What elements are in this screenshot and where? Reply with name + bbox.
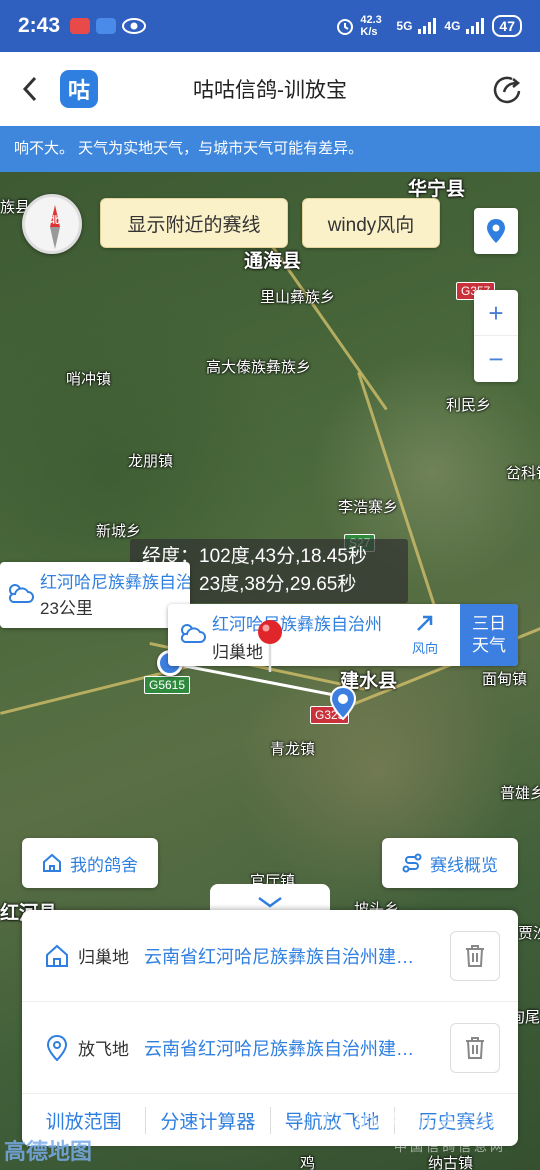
release-location-label: 放飞地 xyxy=(78,1040,129,1059)
partly-cloudy-icon xyxy=(8,584,34,603)
race-overview-button[interactable]: 赛线概览 xyxy=(382,838,518,888)
net-type-5g: 5G xyxy=(396,19,413,33)
three-day-forecast-button[interactable]: 三日 天气 xyxy=(460,604,518,666)
compass-button[interactable]: 北 xyxy=(22,194,82,254)
app-header: 咕 咕咕信鸽-训放宝 xyxy=(0,52,540,126)
locate-button[interactable] xyxy=(474,208,518,254)
place-label: 李浩寨乡 xyxy=(338,499,399,516)
place-label: 哨冲镇 xyxy=(66,371,112,388)
map-provider-logo: 高德地图 xyxy=(4,1139,93,1164)
place-label: 高大傣族彝族乡 xyxy=(206,359,312,376)
location-pin-icon xyxy=(46,1034,68,1061)
wind-arrow-icon xyxy=(417,615,433,631)
release-location-value[interactable]: 云南省红河哈尼族彝族自治州建水县 xyxy=(144,1035,424,1061)
home-location-row[interactable]: 归巢地 云南省红河哈尼族彝族自治州建水县 xyxy=(22,910,518,1002)
net-speed: 42.3 K/s xyxy=(360,14,382,38)
notice-banner: 响不大。 天气为实地天气，与城市天气可能有差异。 xyxy=(0,126,540,172)
home-location-marker[interactable] xyxy=(330,686,356,720)
compass-needle-south xyxy=(50,227,60,249)
alarm-icon xyxy=(337,19,354,35)
place-label: 面甸镇 xyxy=(482,671,528,688)
back-button[interactable] xyxy=(0,52,60,126)
place-label: 通海县 xyxy=(244,251,302,272)
my-loft-button[interactable]: 我的鸽舍 xyxy=(22,838,158,888)
windy-wind-button[interactable]: windy风向 xyxy=(302,198,440,248)
place-label: 岔科镇 xyxy=(506,465,540,482)
signal-icon-2 xyxy=(466,18,485,34)
zoom-in-button[interactable]: + xyxy=(474,290,518,336)
release-place-name: 红河哈尼族彝族自治州 xyxy=(40,573,190,592)
place-label: 龙朋镇 xyxy=(128,453,174,470)
release-weather-card[interactable]: 红河哈尼族彝族自治州 23公里 xyxy=(0,562,190,628)
trash-icon xyxy=(466,944,484,967)
watermark: ChinaXinge.com xyxy=(321,1107,510,1134)
forecast-label-line1: 三日 xyxy=(472,614,506,633)
status-time: 2:43 xyxy=(18,14,61,37)
place-label: 普雄乡 xyxy=(500,785,540,802)
place-label: 新城乡 xyxy=(96,523,142,540)
watermark-subtitle: 中国信鸽信息网 xyxy=(393,1139,506,1154)
partly-cloudy-icon xyxy=(180,624,206,643)
home-location-value[interactable]: 云南省红河哈尼族彝族自治州建水县 xyxy=(144,943,424,969)
status-right-group: 42.3 K/s 5G 4G 47 xyxy=(336,14,522,38)
release-distance: 23公里 xyxy=(40,599,93,618)
home-icon xyxy=(46,944,68,967)
map-view[interactable]: 华宁县 通海县 里山彝族乡 高大傣族彝族乡 哨冲镇 利民乡 龙朋镇 新城乡 李浩… xyxy=(0,172,540,1170)
delete-home-button[interactable] xyxy=(450,930,500,981)
zoom-controls: + − xyxy=(474,290,518,382)
zoom-out-button[interactable]: − xyxy=(474,336,518,382)
status-bar: 2:43 42.3 K/s 5G 4G 47 xyxy=(0,0,540,52)
my-loft-label: 我的鸽舍 xyxy=(70,855,138,875)
race-overview-label: 赛线概览 xyxy=(430,855,498,875)
chevron-down-icon xyxy=(258,896,282,908)
app-notification-icon-2 xyxy=(96,18,117,34)
place-label: 华宁县 xyxy=(408,179,466,200)
location-pin-icon xyxy=(487,219,505,243)
show-nearby-routes-button[interactable]: 显示附近的赛线 xyxy=(100,198,288,248)
release-location-row[interactable]: 放飞地 云南省红河哈尼族彝族自治州建水县 xyxy=(22,1002,518,1094)
chevron-left-icon xyxy=(22,76,37,102)
tab-training-range[interactable]: 训放范围 xyxy=(22,1106,147,1134)
app-notification-icon xyxy=(70,18,91,34)
road-shield: G5615 xyxy=(144,676,191,694)
delete-release-button[interactable] xyxy=(450,1022,500,1073)
trash-icon xyxy=(466,1036,484,1059)
eye-icon xyxy=(122,18,147,34)
place-label: 青龙镇 xyxy=(270,741,316,758)
home-place-name: 红河哈尼族彝族自治州 xyxy=(212,615,382,634)
route-icon xyxy=(402,853,422,873)
home-icon xyxy=(43,853,61,872)
signal-icon xyxy=(418,18,437,34)
share-icon[interactable] xyxy=(490,74,522,106)
place-label: 鸡 xyxy=(300,1155,316,1170)
net-type-4g: 4G xyxy=(444,19,461,33)
wind-direction-label: 风向 xyxy=(412,641,439,656)
home-location-label: 归巢地 xyxy=(78,948,129,967)
app-logo: 咕 xyxy=(60,70,98,108)
compass-north-label: 北 xyxy=(50,215,60,225)
forecast-label-line2: 天气 xyxy=(472,636,506,655)
tab-speed-calculator[interactable]: 分速计算器 xyxy=(146,1106,271,1134)
battery-indicator: 47 xyxy=(492,15,522,37)
place-label: 里山彝族乡 xyxy=(260,289,336,306)
home-weather-card[interactable]: 红河哈尼族彝族自治州 归巢地 风向 三日 天气 xyxy=(168,604,518,666)
place-label: 利民乡 xyxy=(446,397,492,414)
pushpin-marker xyxy=(258,620,282,672)
place-label: 贾沙 xyxy=(518,925,540,942)
